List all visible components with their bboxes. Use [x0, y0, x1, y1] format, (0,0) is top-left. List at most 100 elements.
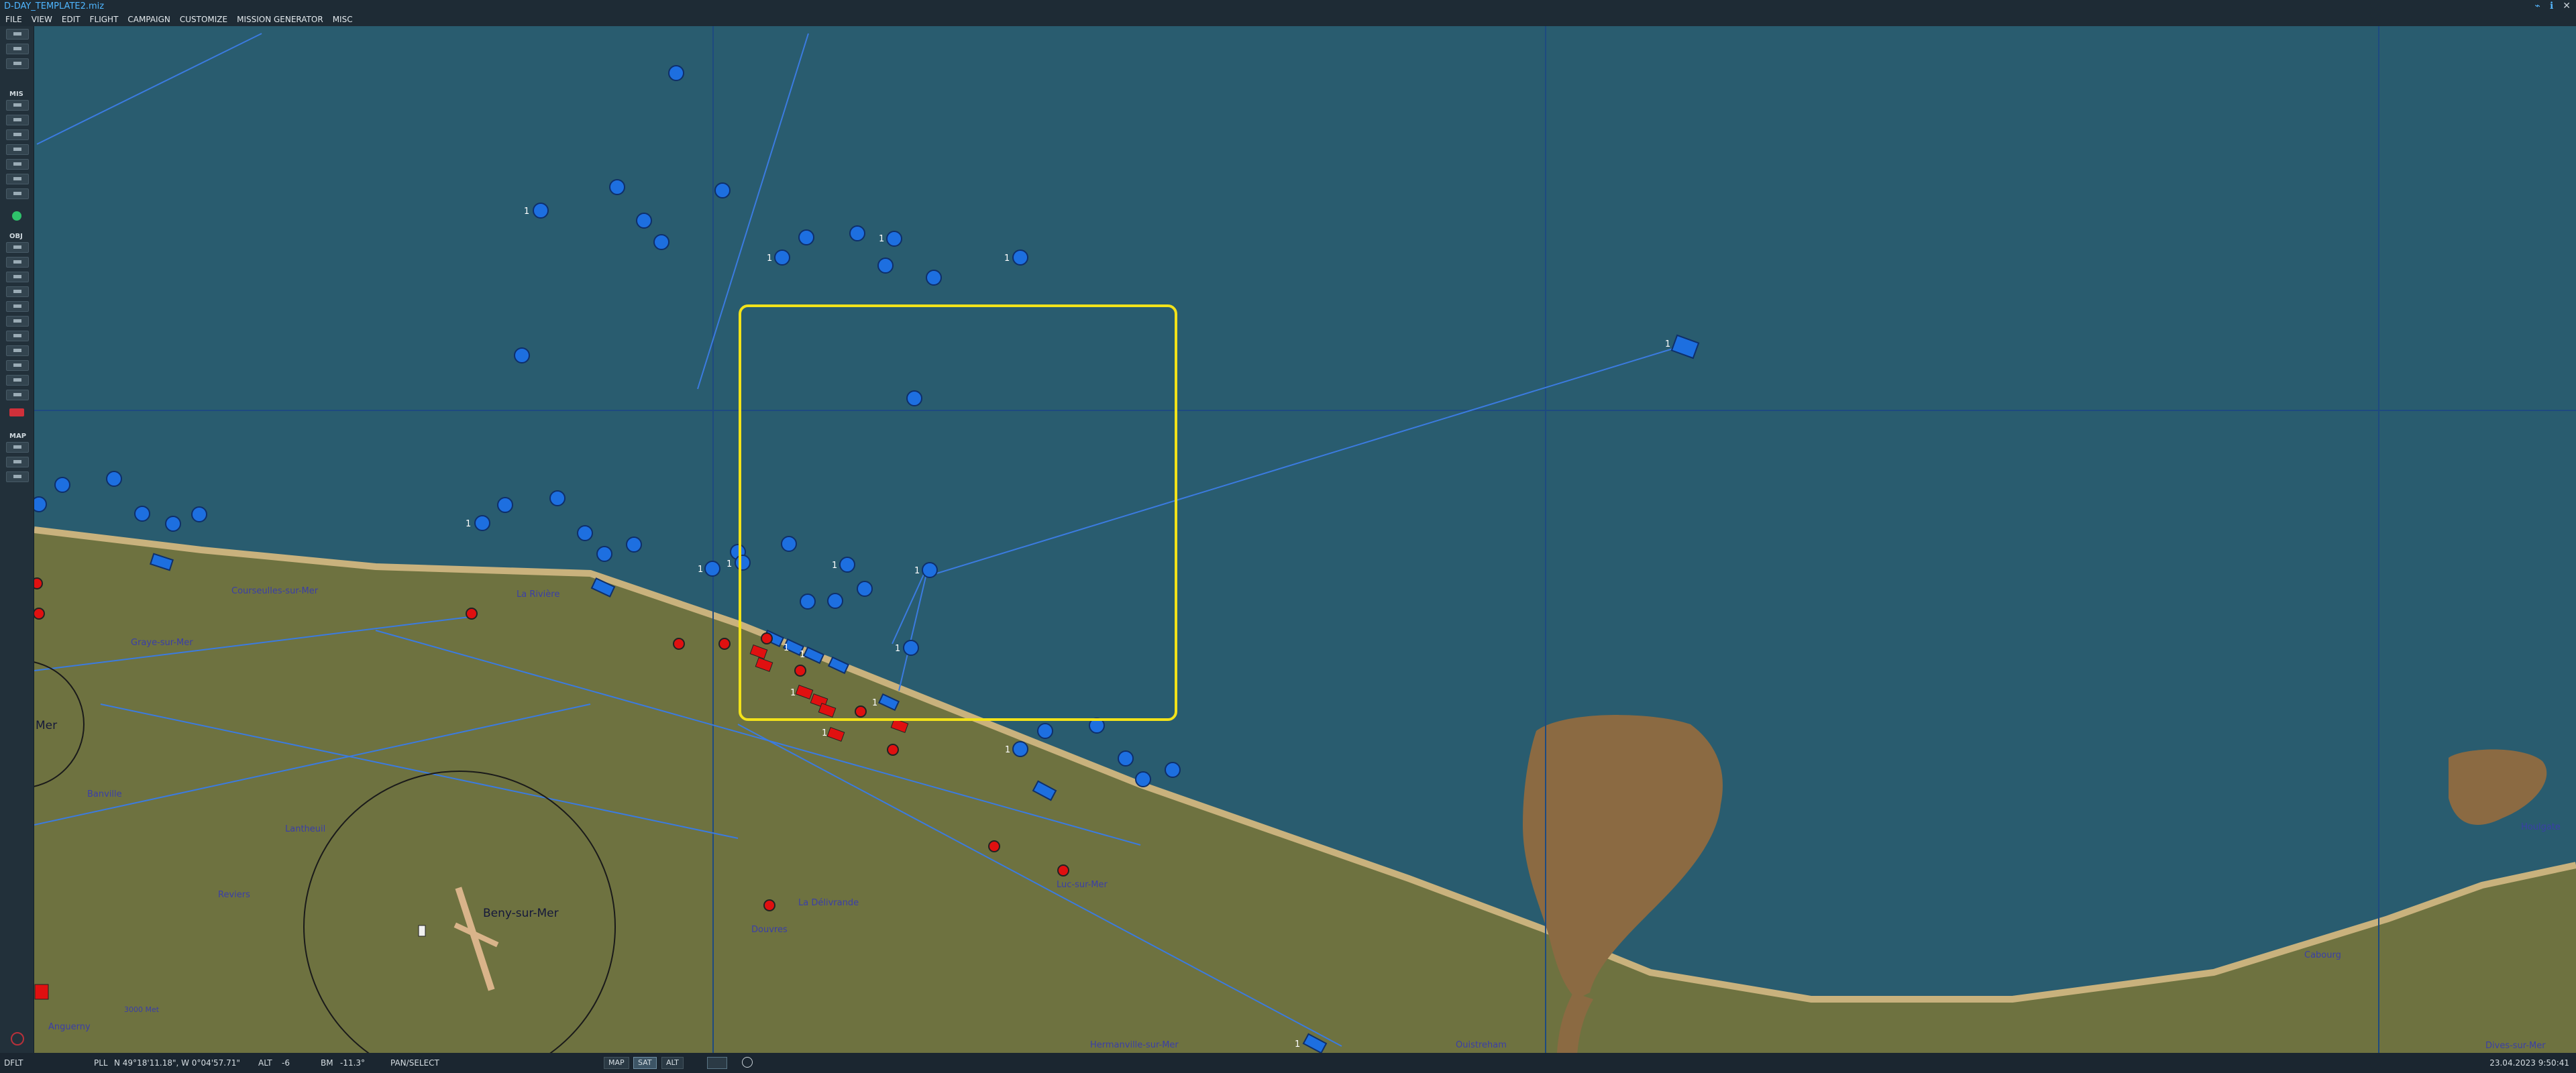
add-airplane-button[interactable] [6, 242, 29, 253]
mission-briefing-button[interactable] [6, 100, 29, 111]
blue-ship-unit[interactable] [827, 593, 843, 609]
menu-misc[interactable]: MISC [333, 13, 353, 26]
blue-ship-unit[interactable] [781, 536, 797, 552]
blue-aircraft-unit[interactable] [922, 562, 938, 578]
airfield-icon[interactable] [418, 925, 426, 937]
red-ground-unit[interactable] [794, 665, 806, 677]
mission-map[interactable]: Graye-sur-Mer Courseulles-sur-Mer La Riv… [34, 26, 2576, 1053]
blue-ship-unit[interactable] [774, 249, 790, 266]
blue-ship-unit[interactable] [1135, 771, 1151, 787]
wifi-icon[interactable]: ⌁ [2535, 1, 2540, 11]
blue-ship-unit[interactable] [926, 270, 942, 286]
blue-ship-unit[interactable] [714, 182, 731, 199]
blue-ship-unit[interactable] [653, 234, 669, 250]
blue-ship-unit[interactable] [798, 229, 814, 245]
blue-ship-unit[interactable] [906, 390, 922, 406]
alt-mode-button[interactable]: ALT [661, 1057, 684, 1069]
menu-file[interactable]: FILE [5, 13, 22, 26]
blue-ship-unit[interactable] [514, 347, 530, 363]
weather-button[interactable] [6, 115, 29, 125]
blue-ship-unit[interactable] [474, 515, 490, 531]
red-ground-unit[interactable] [718, 638, 731, 650]
red-ground-unit[interactable] [466, 608, 478, 620]
add-ship-button[interactable] [6, 272, 29, 282]
resources-button[interactable] [6, 159, 29, 170]
add-helicopter-button[interactable] [6, 257, 29, 268]
blue-aircraft-unit[interactable] [839, 557, 855, 573]
clock-icon[interactable] [742, 1057, 753, 1068]
map-measure-button[interactable] [6, 471, 29, 482]
menu-edit[interactable]: EDIT [62, 13, 80, 26]
red-ground-unit[interactable] [887, 744, 899, 756]
blue-ship-unit[interactable] [134, 506, 150, 522]
blue-ship-unit[interactable] [857, 581, 873, 597]
fly-mission-icon[interactable] [12, 211, 21, 221]
blue-ship-unit[interactable] [165, 516, 181, 532]
add-template-button[interactable] [6, 316, 29, 327]
layers-icon[interactable] [707, 1057, 727, 1069]
blue-ship-unit[interactable] [668, 65, 684, 81]
menu-view[interactable]: VIEW [32, 13, 52, 26]
triggers-button[interactable] [6, 129, 29, 140]
red-ground-unit[interactable] [763, 899, 775, 911]
red-ground-unit[interactable] [34, 577, 43, 589]
new-mission-button[interactable] [6, 29, 29, 40]
goals-button[interactable] [6, 144, 29, 155]
map-ruler-button[interactable] [6, 442, 29, 453]
blue-aircraft-unit[interactable] [735, 555, 751, 571]
red-ground-unit[interactable] [988, 840, 1000, 852]
blue-ship-unit[interactable] [34, 496, 47, 512]
red-ground-unit[interactable] [761, 632, 773, 644]
edit-tools-button[interactable] [6, 390, 29, 400]
blue-ship-unit[interactable] [800, 594, 816, 610]
blue-ship-unit[interactable] [533, 203, 549, 219]
blue-ship-unit[interactable] [549, 490, 566, 506]
blue-ship-unit[interactable] [577, 525, 593, 541]
blue-ship-unit[interactable] [1012, 741, 1028, 757]
menu-customize[interactable]: CUSTOMIZE [180, 13, 227, 26]
close-icon[interactable]: ✕ [2563, 1, 2571, 11]
menu-campaign[interactable]: CAMPAIGN [127, 13, 170, 26]
info-icon[interactable]: ℹ [2550, 1, 2553, 11]
blue-ship-unit[interactable] [54, 477, 70, 493]
red-ground-unit[interactable] [855, 705, 867, 718]
map-mode-button[interactable]: MAP [604, 1057, 629, 1069]
add-zone-button[interactable] [6, 331, 29, 341]
add-static-button[interactable] [6, 301, 29, 312]
menu-flight[interactable]: FLIGHT [90, 13, 119, 26]
add-vehicle-button[interactable] [6, 286, 29, 297]
blue-ship-unit[interactable] [626, 536, 642, 553]
red-ground-unit[interactable] [673, 638, 685, 650]
blue-ship-unit[interactable] [1012, 249, 1028, 266]
blue-ship-unit[interactable] [704, 561, 720, 577]
blue-ship-unit[interactable] [849, 225, 865, 241]
add-formation-button[interactable] [6, 375, 29, 386]
options-button[interactable] [6, 188, 29, 199]
menu-mission-generator[interactable]: MISSION GENERATOR [237, 13, 323, 26]
map-draw-button[interactable] [6, 457, 29, 467]
add-group-button[interactable] [6, 360, 29, 371]
check-button[interactable] [6, 174, 29, 184]
red-ground-unit[interactable] [34, 608, 45, 620]
blue-ship-unit[interactable] [609, 179, 625, 195]
blue-ship-unit[interactable] [106, 471, 122, 487]
red-ground-unit[interactable] [1057, 864, 1069, 877]
status-mode[interactable]: DFLT [4, 1058, 23, 1068]
blue-ship-unit[interactable] [1118, 750, 1134, 767]
stop-icon[interactable] [11, 1032, 24, 1046]
add-nav-point-button[interactable] [6, 345, 29, 356]
open-mission-button[interactable] [6, 44, 29, 54]
delete-button[interactable] [9, 408, 24, 416]
blue-ship-unit[interactable] [886, 231, 902, 247]
blue-ship-unit[interactable] [497, 497, 513, 513]
blue-ship-unit[interactable] [1037, 723, 1053, 739]
blue-ship-unit[interactable] [191, 506, 207, 522]
blue-ship-unit[interactable] [596, 546, 612, 562]
blue-ship-unit[interactable] [636, 213, 652, 229]
blue-ship-unit[interactable] [877, 258, 894, 274]
sat-mode-button[interactable]: SAT [633, 1057, 657, 1069]
blue-ship-unit[interactable] [1165, 762, 1181, 778]
red-ground-unit[interactable] [34, 984, 49, 1000]
blue-aircraft-unit[interactable] [903, 640, 919, 656]
save-mission-button[interactable] [6, 58, 29, 69]
